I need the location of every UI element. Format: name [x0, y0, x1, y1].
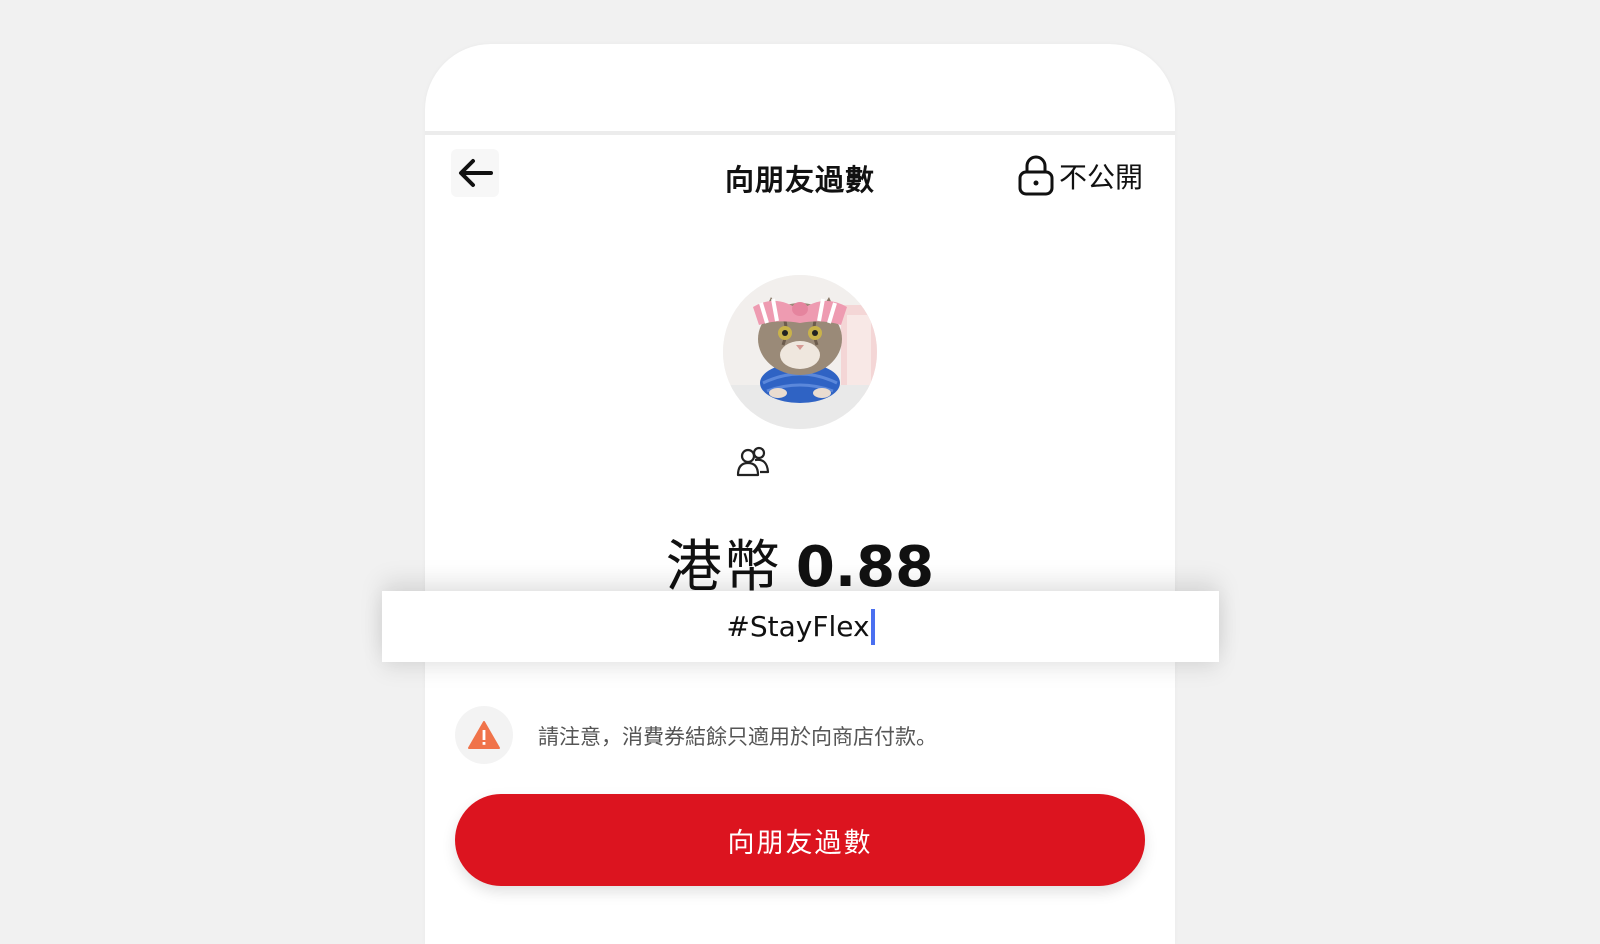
privacy-toggle[interactable]: 不公開 — [1017, 153, 1143, 199]
note-input[interactable]: #StayFlex — [382, 591, 1219, 662]
nav-bar: 向朋友過數 不公開 — [425, 135, 1175, 219]
transfer-to-friend-button[interactable]: 向朋友過數 — [455, 794, 1145, 886]
avatar — [723, 275, 877, 429]
cat-avatar-image — [723, 275, 877, 429]
warning-badge — [455, 706, 513, 764]
warning-icon — [468, 721, 500, 749]
note-text: #StayFlex — [726, 610, 870, 643]
friends-group-icon — [736, 446, 770, 477]
lock-icon — [1018, 155, 1054, 196]
phone-screen: 向朋友過數 不公開 港幣 0.88 請注意，消費券結餘只適用於向商店付款。 向朋… — [425, 44, 1175, 944]
privacy-label: 不公開 — [1058, 161, 1143, 194]
warning-text: 請注意，消費券結餘只適用於向商店付款。 — [538, 725, 937, 749]
text-caret — [870, 608, 875, 645]
note-bar: #StayFlex — [382, 591, 1219, 662]
